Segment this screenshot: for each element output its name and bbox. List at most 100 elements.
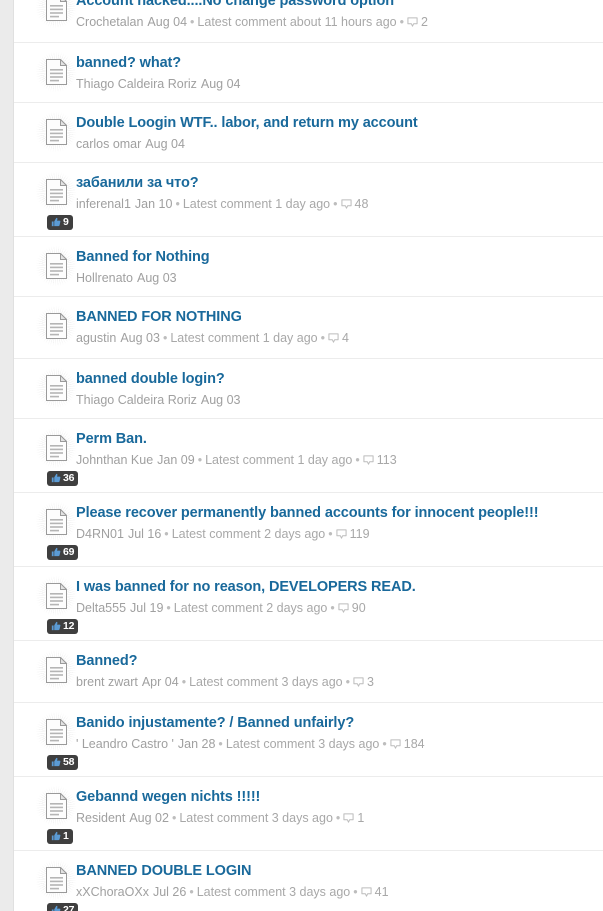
topic-meta: xXChoraOXx Jul 26 • Latest comment 3 days a… (76, 884, 591, 902)
topic-row[interactable]: Please recover permanently banned accoun… (14, 493, 603, 567)
topic-date: Aug 02 (129, 811, 169, 825)
document-icon (36, 502, 76, 542)
topic-title-link[interactable]: Banned? (76, 652, 591, 671)
topic-date: Apr 04 (141, 675, 179, 689)
topic-row[interactable]: BANNED DOUBLE LOGIN xXChoraOXx Jul 26 • Late… (14, 851, 603, 911)
topic-date: Aug 04 (200, 77, 241, 91)
document-icon (36, 786, 76, 826)
topic-title-link[interactable]: Double Loogin WTF.. labor, and return my… (76, 114, 591, 133)
topic-author[interactable]: ' Leandro Castro ' (76, 737, 174, 751)
thumbs-up-icon (51, 902, 61, 911)
thumbs-up-icon (51, 214, 61, 232)
topic-row[interactable]: Double Loogin WTF.. labor, and return my… (14, 103, 603, 163)
topic-author[interactable]: Resident (76, 811, 125, 825)
topic-row[interactable]: banned double login? Thiago Caldeira Rori… (14, 359, 603, 419)
thumbs-up-icon (51, 754, 61, 772)
topic-date: Jul 26 (152, 885, 187, 899)
topic-row[interactable]: Banido injustamente? / Banned unfairly? '… (14, 703, 603, 777)
latest-comment-text: Latest comment 1 day ago (182, 197, 331, 211)
topic-date: Aug 03 (120, 331, 160, 345)
latest-comment-text: Latest comment 2 days ago (171, 527, 326, 541)
topic-title-link[interactable]: BANNED DOUBLE LOGIN (76, 862, 591, 881)
meta-separator: • (345, 675, 351, 689)
topic-row[interactable]: banned? what? Thiago Caldeira Roriz Aug 04 (14, 43, 603, 103)
topic-author[interactable]: inferenal1 (76, 197, 131, 211)
meta-separator: • (181, 675, 187, 689)
topic-author[interactable]: Crochetalan (76, 15, 143, 29)
comment-count-group: 113 (363, 452, 397, 470)
topic-title-link[interactable]: Perm Ban. (76, 430, 591, 449)
meta-separator: • (353, 885, 358, 899)
topic-author[interactable]: Johnthan Kue (76, 453, 153, 467)
latest-comment-text: Latest comment 3 days ago (225, 737, 380, 751)
comment-count-group: 119 (336, 526, 370, 544)
document-icon (36, 860, 76, 900)
topic-author[interactable]: Delta555 (76, 601, 126, 615)
like-count: 69 (63, 546, 75, 558)
topic-title-link[interactable]: banned? what? (76, 54, 591, 73)
topic-meta: brent zwart Apr 04 • Latest comment 3 days … (76, 674, 591, 692)
topic-title-link[interactable]: Banido injustamente? / Banned unfairly? (76, 714, 591, 733)
latest-comment-text: Latest comment 1 day ago (205, 453, 353, 467)
comment-count-group: 2 (407, 14, 428, 32)
topic-title-link[interactable]: забанили за что? (76, 174, 591, 193)
topic-row[interactable]: забанили за что? inferenal1 Jan 10 • Latest … (14, 163, 603, 237)
document-icon (36, 712, 76, 752)
latest-comment-text: Latest comment 1 day ago (170, 331, 318, 345)
topic-date: Aug 04 (147, 15, 188, 29)
latest-comment-text: Latest comment 3 days ago (196, 885, 351, 899)
meta-separator: • (175, 197, 180, 211)
topic-date: Jul 16 (127, 527, 162, 541)
meta-separator: • (197, 453, 203, 467)
topic-meta: inferenal1 Jan 10 • Latest comment 1 day ag… (76, 196, 591, 214)
topic-row[interactable]: BANNED FOR NOTHING agustin Aug 03 • Latest c… (14, 297, 603, 359)
comment-count: 1 (357, 811, 365, 825)
topic-meta: Delta555 Jul 19 • Latest comment 2 days ago… (76, 600, 591, 618)
document-icon (36, 172, 76, 212)
topic-title-link[interactable]: I was banned for no reason, DEVELOPERS R… (76, 578, 591, 597)
topic-author[interactable]: Hollrenato (76, 271, 133, 285)
topic-author[interactable]: Thiago Caldeira Roriz (76, 77, 197, 91)
topic-row[interactable]: Gebannd wegen nichts !!!!! Resident Aug 02… (14, 777, 603, 851)
like-count-badge: 69 (47, 544, 79, 562)
comment-count: 2 (421, 15, 428, 29)
thumbs-up-icon (51, 544, 61, 562)
topic-title-link[interactable]: BANNED FOR NOTHING (76, 308, 591, 327)
topic-author[interactable]: agustin (76, 331, 116, 345)
topic-meta: ' Leandro Castro ' Jan 28 • Latest comment … (76, 736, 591, 754)
comment-count-group: 184 (390, 736, 425, 754)
topic-title-link[interactable]: Please recover permanently banned accoun… (76, 504, 591, 523)
comment-bubble-icon (328, 332, 339, 348)
topic-author[interactable]: xXChoraOXx (76, 885, 149, 899)
document-icon (36, 306, 76, 346)
document-icon (36, 0, 76, 28)
topic-meta: Resident Aug 02 • Latest comment 3 days ago… (76, 810, 591, 828)
comment-count: 184 (403, 737, 425, 751)
comment-bubble-icon (353, 676, 364, 692)
topic-title-link[interactable]: Account hacked....No change password opt… (76, 0, 591, 11)
topic-title-link[interactable]: banned double login? (76, 370, 591, 389)
latest-comment-text: Latest comment 3 days ago (179, 811, 333, 825)
topic-author[interactable]: D4RN01 (76, 527, 124, 541)
topic-row[interactable]: I was banned for no reason, DEVELOPERS R… (14, 567, 603, 641)
meta-separator: • (162, 331, 168, 345)
topic-date: Aug 04 (145, 137, 185, 151)
topic-row[interactable]: Banned? brent zwart Apr 04 • Latest comment … (14, 641, 603, 703)
meta-separator: • (218, 737, 223, 751)
topic-row[interactable]: Perm Ban. Johnthan Kue Jan 09 • Latest comme… (14, 419, 603, 493)
comment-count: 113 (376, 453, 397, 467)
topic-author[interactable]: brent zwart (76, 675, 138, 689)
like-count: 1 (63, 830, 69, 842)
topic-row[interactable]: Banned for Nothing Hollrenato Aug 03 (14, 237, 603, 297)
meta-separator: • (333, 197, 338, 211)
topic-meta: Hollrenato Aug 03 (76, 270, 591, 286)
topic-author[interactable]: Thiago Caldeira Roriz (76, 393, 197, 407)
comment-count: 41 (374, 885, 389, 899)
meta-separator: • (166, 601, 171, 615)
topic-row[interactable]: Account hacked....No change password opt… (14, 0, 603, 43)
topic-author[interactable]: carlos omar (76, 137, 141, 151)
comment-bubble-icon (363, 454, 374, 470)
topic-title-link[interactable]: Gebannd wegen nichts !!!!! (76, 788, 591, 807)
document-icon (36, 246, 76, 286)
topic-title-link[interactable]: Banned for Nothing (76, 248, 591, 267)
